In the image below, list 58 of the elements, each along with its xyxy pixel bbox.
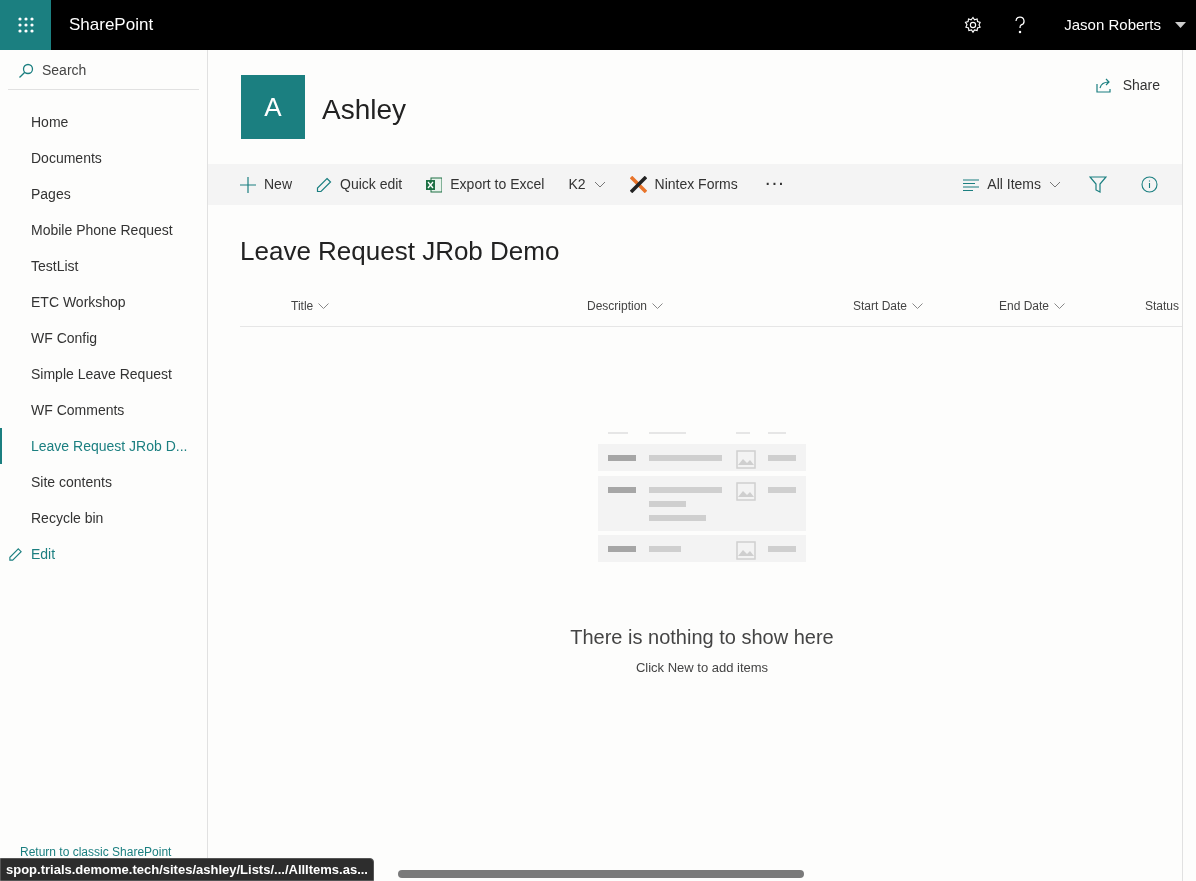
app-launcher-button[interactable] [0, 0, 51, 50]
nav-item[interactable]: Pages [0, 176, 207, 212]
waffle-icon [17, 17, 34, 33]
app-name[interactable]: SharePoint [69, 12, 154, 38]
nav-item[interactable]: Documents [0, 140, 207, 176]
new-button[interactable]: New [240, 174, 292, 195]
list-lines-icon [963, 178, 980, 191]
edit-link[interactable]: Edit [0, 536, 207, 572]
nav-item[interactable]: Site contents [0, 464, 207, 500]
dropdown-button[interactable]: K2 [568, 174, 606, 195]
status-url-tooltip: spop.trials.demome.tech/sites/ashley/Lists/.../AllItems.as... [0, 858, 374, 881]
plus-icon [240, 176, 256, 193]
settings-icon[interactable] [964, 16, 983, 34]
nav-item[interactable]: Recycle bin [0, 500, 207, 536]
nav-item[interactable]: Home [0, 104, 207, 140]
column-header[interactable]: Status [1145, 297, 1180, 315]
column-header[interactable]: Title [291, 297, 330, 315]
column-header[interactable]: Start Date [853, 297, 924, 315]
cross-mark-icon [629, 176, 647, 193]
empty-state-hint: Click New to add items [635, 659, 769, 677]
list-title: Leave Request JRob Demo [240, 235, 561, 268]
help-icon[interactable] [1014, 16, 1027, 34]
horizontal-scrollbar[interactable] [398, 870, 804, 878]
user-menu[interactable]: Jason Roberts [1064, 13, 1186, 37]
command-button[interactable]: Quick edit [316, 174, 403, 195]
caret-down-icon [1175, 22, 1186, 28]
view-selector[interactable]: All Items [963, 174, 1061, 195]
search-field[interactable]: Search [42, 60, 182, 81]
share-icon [1095, 78, 1113, 93]
info-icon[interactable] [1141, 176, 1158, 193]
column-header[interactable]: Description [587, 297, 664, 315]
nav-item[interactable]: WF Config [0, 320, 207, 356]
column-header[interactable]: End Date [999, 297, 1066, 315]
nav-item[interactable]: Simple Leave Request [0, 356, 207, 392]
pencil-icon [8, 546, 23, 562]
nav-item[interactable]: Leave Request JRob D... [0, 428, 207, 464]
chevron-down-icon [1049, 181, 1061, 188]
chevron-down-icon [912, 303, 924, 309]
classic-link[interactable]: Return to classic SharePoint [0, 843, 207, 861]
chevron-down-icon [1054, 303, 1066, 309]
chevron-down-icon [318, 303, 330, 309]
nav-item[interactable]: WF Comments [0, 392, 207, 428]
more-button[interactable]: ··· [761, 174, 786, 195]
search-icon [18, 62, 34, 79]
pencil-icon [316, 176, 332, 193]
nav-item[interactable]: Mobile Phone Request [0, 212, 207, 248]
chevron-down-icon [652, 303, 664, 309]
nav-item[interactable]: ETC Workshop [0, 284, 207, 320]
filter-icon[interactable] [1089, 176, 1107, 193]
command-button[interactable]: Nintex Forms [629, 174, 738, 195]
nav-item[interactable]: TestList [0, 248, 207, 284]
command-button[interactable]: Export to Excel [426, 174, 545, 195]
spreadsheet-icon [426, 176, 443, 193]
empty-state-title: There is nothing to show here [570, 625, 834, 650]
chevron-down-icon [593, 181, 606, 188]
site-title[interactable]: Ashley [322, 89, 407, 131]
site-logo[interactable]: A [241, 75, 305, 139]
share-button[interactable]: Share [1095, 75, 1160, 96]
